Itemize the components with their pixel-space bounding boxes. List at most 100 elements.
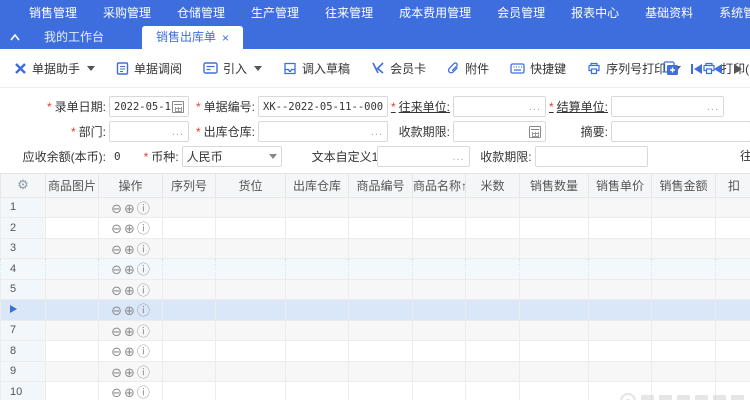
grid-cell[interactable] xyxy=(163,320,216,341)
grid-cell[interactable] xyxy=(652,341,716,362)
grid-cell[interactable] xyxy=(349,197,413,218)
grid-cell[interactable] xyxy=(716,197,750,218)
grid-cell[interactable] xyxy=(413,341,466,362)
grid-cell[interactable]: ⊖⊕ⓘ xyxy=(99,238,163,259)
grid-cell[interactable] xyxy=(466,341,520,362)
table-row[interactable]: 3 ⊖⊕ⓘ xyxy=(1,238,750,259)
row-info-icon[interactable]: ⓘ xyxy=(137,201,150,216)
grid-cell[interactable] xyxy=(46,259,99,280)
grid-cell[interactable] xyxy=(413,259,466,280)
first-record-icon[interactable] xyxy=(691,64,702,74)
grid-cell[interactable] xyxy=(716,259,750,280)
col-product-code[interactable]: 商品编号 xyxy=(349,174,413,197)
grid-cell[interactable] xyxy=(652,238,716,259)
grid-cell[interactable] xyxy=(349,259,413,280)
grid-cell[interactable] xyxy=(652,218,716,239)
grid-cell[interactable] xyxy=(589,259,652,280)
row-info-icon[interactable]: ⓘ xyxy=(137,221,150,236)
row-info-icon[interactable]: ⓘ xyxy=(137,283,150,298)
grid-cell[interactable] xyxy=(216,197,286,218)
grid-cell[interactable] xyxy=(216,279,286,300)
grid-cell[interactable] xyxy=(216,300,286,321)
row-number-cell[interactable]: 10 xyxy=(1,382,46,400)
add-row-icon[interactable]: ⊕ xyxy=(124,385,135,400)
member-card-button[interactable]: 会员卡 xyxy=(371,60,426,77)
new-document-icon[interactable] xyxy=(663,61,679,76)
grid-cell[interactable] xyxy=(46,382,99,400)
shortcut-keys-button[interactable]: 快捷键 xyxy=(510,60,566,77)
grid-cell[interactable] xyxy=(413,361,466,382)
partner-input[interactable]: ... xyxy=(453,96,546,117)
row-number-cell[interactable]: 1 xyxy=(1,197,46,218)
col-outbound-warehouse[interactable]: 出库仓库 xyxy=(286,174,349,197)
lookup-ellipsis-icon[interactable]: ... xyxy=(172,126,184,138)
text-custom1-input[interactable]: ... xyxy=(377,146,470,167)
grid-cell[interactable] xyxy=(716,279,750,300)
remove-row-icon[interactable]: ⊖ xyxy=(111,283,122,298)
grid-cell[interactable] xyxy=(652,361,716,382)
grid-settings-cell[interactable]: ⚙ xyxy=(1,174,46,197)
grid-cell[interactable] xyxy=(216,238,286,259)
grid-cell[interactable]: ⊖⊕ⓘ xyxy=(99,341,163,362)
col-discount-partial[interactable]: 扣 xyxy=(716,174,750,197)
grid-cell[interactable] xyxy=(286,218,349,239)
remove-row-icon[interactable]: ⊖ xyxy=(111,221,122,236)
menu-item-sales[interactable]: 销售管理 xyxy=(16,0,90,26)
col-product-name[interactable]: 商品名称↑ xyxy=(413,174,466,197)
grid-cell[interactable] xyxy=(413,197,466,218)
lookup-ellipsis-icon[interactable]: ... xyxy=(529,101,541,113)
grid-cell[interactable] xyxy=(652,279,716,300)
add-row-icon[interactable]: ⊕ xyxy=(124,283,135,298)
next-record-icon[interactable] xyxy=(734,64,742,74)
summary-input[interactable] xyxy=(611,121,750,142)
grid-cell[interactable] xyxy=(589,279,652,300)
grid-cell[interactable] xyxy=(46,238,99,259)
add-row-icon[interactable]: ⊕ xyxy=(124,201,135,216)
table-row[interactable]: 4⊖⊕ⓘ xyxy=(1,259,750,280)
record-date-input[interactable]: 2022-05-11 xyxy=(109,96,189,117)
settle-unit-input[interactable]: ... xyxy=(611,96,724,117)
grid-cell[interactable] xyxy=(286,197,349,218)
grid-cell[interactable] xyxy=(286,361,349,382)
grid-cell[interactable] xyxy=(46,361,99,382)
grid-cell[interactable] xyxy=(413,238,466,259)
attachment-button[interactable]: 附件 xyxy=(447,60,489,77)
partner-label[interactable]: 往来单位: xyxy=(388,98,450,115)
menu-item-warehouse[interactable]: 仓储管理 xyxy=(164,0,238,26)
grid-cell[interactable] xyxy=(466,279,520,300)
grid-cell[interactable] xyxy=(349,238,413,259)
table-row[interactable]: 7⊖⊕ⓘ xyxy=(1,320,750,341)
row-number-cell[interactable]: 9 xyxy=(1,361,46,382)
table-row[interactable]: ⊖⊕ⓘ xyxy=(1,300,750,321)
grid-cell[interactable] xyxy=(466,238,520,259)
warehouse-input[interactable]: ... xyxy=(258,121,388,142)
col-sales-price[interactable]: 销售单价 xyxy=(589,174,652,197)
grid-cell[interactable] xyxy=(216,218,286,239)
grid-cell[interactable] xyxy=(466,320,520,341)
remove-row-icon[interactable]: ⊖ xyxy=(111,262,122,277)
table-row[interactable]: 8⊖⊕ⓘ xyxy=(1,341,750,362)
grid-cell[interactable] xyxy=(466,382,520,400)
menu-item-base-data[interactable]: 基础资料 xyxy=(632,0,706,26)
grid-cell[interactable] xyxy=(413,279,466,300)
grid-cell[interactable] xyxy=(652,300,716,321)
lookup-ellipsis-icon[interactable]: ... xyxy=(707,101,719,113)
grid-cell[interactable] xyxy=(163,238,216,259)
grid-cell[interactable] xyxy=(520,197,589,218)
table-row[interactable]: 5 ⊖⊕ⓘ xyxy=(1,279,750,300)
row-number-cell[interactable]: 5 xyxy=(1,279,46,300)
grid-cell[interactable] xyxy=(349,361,413,382)
row-number-cell[interactable]: 3 xyxy=(1,238,46,259)
grid-cell[interactable] xyxy=(589,218,652,239)
grid-cell[interactable] xyxy=(466,197,520,218)
row-number-cell[interactable]: 4 xyxy=(1,259,46,280)
collapse-tabs-icon[interactable] xyxy=(0,26,30,49)
grid-cell[interactable] xyxy=(716,361,750,382)
settle-unit-label[interactable]: 结算单位: xyxy=(546,98,608,115)
grid-cell[interactable] xyxy=(349,341,413,362)
col-serial-no[interactable]: 序列号 xyxy=(163,174,216,197)
col-sales-qty[interactable]: 销售数量 xyxy=(520,174,589,197)
menu-item-cost-expense[interactable]: 成本费用管理 xyxy=(386,0,484,26)
grid-cell[interactable] xyxy=(286,341,349,362)
grid-cell[interactable] xyxy=(46,341,99,362)
